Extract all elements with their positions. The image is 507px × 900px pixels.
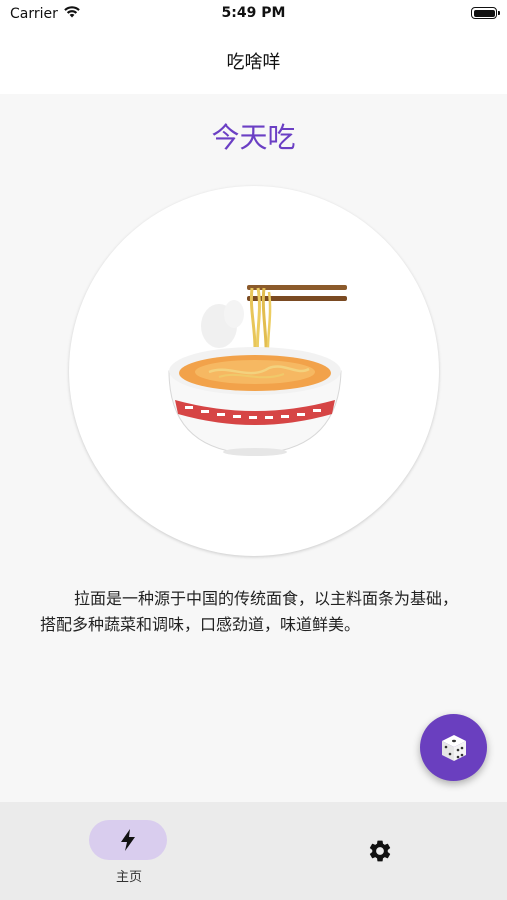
random-dice-button[interactable] <box>420 714 487 781</box>
battery-icon <box>471 7 500 19</box>
main-content: 今天吃 拉面是一种源于中国的传统面食，以主料面条为基础，搭配多种蔬菜和调味，口感… <box>0 94 507 802</box>
food-image-card <box>69 186 439 556</box>
nav-home-label: 主页 <box>115 870 142 885</box>
ramen-bowl-image <box>168 285 347 456</box>
status-bar: Carrier 5:49 PM <box>0 0 507 28</box>
gear-icon <box>369 840 391 862</box>
food-description: 拉面是一种源于中国的传统面食，以主料面条为基础，搭配多种蔬菜和调味，口感劲道，味… <box>40 589 459 634</box>
bottom-navigation: 主页 <box>0 802 507 900</box>
app-title: 吃啥咩 <box>226 52 281 73</box>
nav-item-settings[interactable] <box>360 832 400 872</box>
dice-icon <box>442 735 466 761</box>
lightning-icon <box>121 829 135 851</box>
app-bar: 吃啥咩 <box>0 28 507 94</box>
nav-home-indicator <box>89 820 167 860</box>
headline: 今天吃 <box>211 121 296 154</box>
status-time: 5:49 PM <box>221 5 286 21</box>
nav-item-home[interactable]: 主页 <box>84 818 174 888</box>
